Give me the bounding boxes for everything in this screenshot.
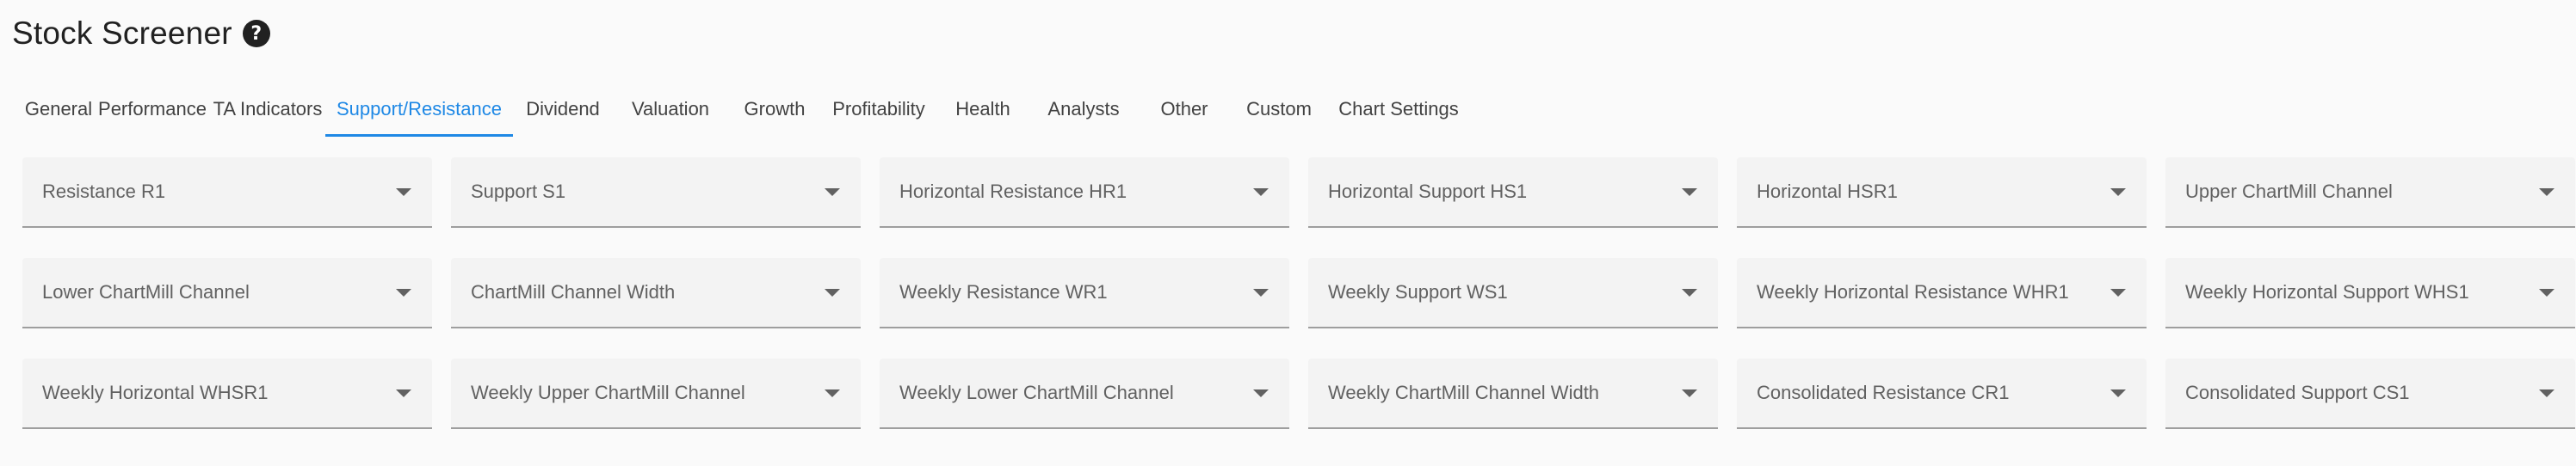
stock-screener-page: Stock Screener ? General Performance TA In… bbox=[0, 0, 2576, 466]
filter-select-label: Horizontal HSR1 bbox=[1757, 181, 1898, 202]
arrow-drop-down-icon[interactable] bbox=[1682, 389, 1697, 397]
filter-select-upper-chartmill-channel[interactable]: Upper ChartMill Channel bbox=[2165, 157, 2575, 228]
arrow-drop-down-icon[interactable] bbox=[2110, 289, 2126, 297]
help-icon[interactable]: ? bbox=[242, 20, 270, 47]
arrow-drop-down-icon[interactable] bbox=[1682, 188, 1697, 196]
tab-performance[interactable]: Performance bbox=[95, 82, 210, 137]
arrow-drop-down-icon[interactable] bbox=[1253, 289, 1269, 297]
filter-select-consolidated-support-cs1[interactable]: Consolidated Support CS1 bbox=[2165, 359, 2575, 429]
filter-select-horizontal-support-hs1[interactable]: Horizontal Support HS1 bbox=[1308, 157, 1718, 228]
arrow-drop-down-icon[interactable] bbox=[2110, 188, 2126, 196]
arrow-drop-down-icon[interactable] bbox=[825, 389, 840, 397]
arrow-drop-down-icon[interactable] bbox=[2539, 289, 2554, 297]
arrow-drop-down-icon[interactable] bbox=[396, 289, 411, 297]
page-title: Stock Screener bbox=[12, 15, 232, 51]
filter-select-consolidated-resistance-cr1[interactable]: Consolidated Resistance CR1 bbox=[1737, 359, 2147, 429]
filter-select-label: Horizontal Support HS1 bbox=[1328, 181, 1528, 202]
arrow-drop-down-icon[interactable] bbox=[1253, 188, 1269, 196]
filter-select-weekly-lower-chartmill-channel[interactable]: Weekly Lower ChartMill Channel bbox=[880, 359, 1289, 429]
filter-select-label: Resistance R1 bbox=[42, 181, 166, 202]
arrow-drop-down-icon[interactable] bbox=[2110, 389, 2126, 397]
title-row: Stock Screener ? bbox=[12, 12, 270, 55]
filter-select-weekly-chartmill-channel-width[interactable]: Weekly ChartMill Channel Width bbox=[1308, 359, 1718, 429]
tab-dividend[interactable]: Dividend bbox=[513, 82, 613, 137]
filter-select-label: Weekly Support WS1 bbox=[1328, 281, 1508, 303]
tab-chart-settings[interactable]: Chart Settings bbox=[1327, 82, 1470, 137]
tab-ta-indicators[interactable]: TA Indicators bbox=[210, 82, 325, 137]
filter-select-support-s1[interactable]: Support S1 bbox=[451, 157, 861, 228]
filter-select-label: Horizontal Resistance HR1 bbox=[899, 181, 1127, 202]
tab-other[interactable]: Other bbox=[1138, 82, 1231, 137]
arrow-drop-down-icon[interactable] bbox=[2539, 188, 2554, 196]
arrow-drop-down-icon[interactable] bbox=[1682, 289, 1697, 297]
tab-profitability[interactable]: Profitability bbox=[821, 82, 936, 137]
tab-analysts[interactable]: Analysts bbox=[1029, 82, 1138, 137]
filter-select-resistance-r1[interactable]: Resistance R1 bbox=[22, 157, 432, 228]
tab-growth[interactable]: Growth bbox=[728, 82, 821, 137]
filter-select-label: Lower ChartMill Channel bbox=[42, 281, 250, 303]
filter-select-weekly-horizontal-support-whs1[interactable]: Weekly Horizontal Support WHS1 bbox=[2165, 258, 2575, 328]
filter-select-weekly-upper-chartmill-channel[interactable]: Weekly Upper ChartMill Channel bbox=[451, 359, 861, 429]
arrow-drop-down-icon[interactable] bbox=[396, 389, 411, 397]
filter-select-label: Consolidated Resistance CR1 bbox=[1757, 382, 2010, 403]
filter-grid: Resistance R1 Support S1 Horizontal Resist… bbox=[22, 157, 2575, 429]
filter-select-weekly-support-ws1[interactable]: Weekly Support WS1 bbox=[1308, 258, 1718, 328]
filter-category-tabs: General Performance TA Indicators Support/R… bbox=[22, 82, 1470, 137]
filter-select-label: Consolidated Support CS1 bbox=[2185, 382, 2410, 403]
arrow-drop-down-icon[interactable] bbox=[825, 289, 840, 297]
filter-select-weekly-horizontal-whsr1[interactable]: Weekly Horizontal WHSR1 bbox=[22, 359, 432, 429]
tab-support-resistance[interactable]: Support/Resistance bbox=[325, 82, 513, 137]
arrow-drop-down-icon[interactable] bbox=[396, 188, 411, 196]
filter-select-horizontal-resistance-hr1[interactable]: Horizontal Resistance HR1 bbox=[880, 157, 1289, 228]
filter-select-chartmill-channel-width[interactable]: ChartMill Channel Width bbox=[451, 258, 861, 328]
filter-select-label: Upper ChartMill Channel bbox=[2185, 181, 2393, 202]
filter-select-lower-chartmill-channel[interactable]: Lower ChartMill Channel bbox=[22, 258, 432, 328]
filter-select-label: Weekly Resistance WR1 bbox=[899, 281, 1108, 303]
filter-select-label: Weekly Horizontal Resistance WHR1 bbox=[1757, 281, 2069, 303]
tab-general[interactable]: General bbox=[22, 82, 95, 137]
filter-select-label: ChartMill Channel Width bbox=[471, 281, 676, 303]
tab-valuation[interactable]: Valuation bbox=[613, 82, 728, 137]
filter-select-weekly-horizontal-resistance-whr1[interactable]: Weekly Horizontal Resistance WHR1 bbox=[1737, 258, 2147, 328]
filter-select-label: Weekly Upper ChartMill Channel bbox=[471, 382, 745, 403]
filter-select-horizontal-hsr1[interactable]: Horizontal HSR1 bbox=[1737, 157, 2147, 228]
tab-custom[interactable]: Custom bbox=[1231, 82, 1327, 137]
tab-health[interactable]: Health bbox=[936, 82, 1029, 137]
filter-select-weekly-resistance-wr1[interactable]: Weekly Resistance WR1 bbox=[880, 258, 1289, 328]
arrow-drop-down-icon[interactable] bbox=[1253, 389, 1269, 397]
filter-select-label: Weekly Horizontal WHSR1 bbox=[42, 382, 269, 403]
arrow-drop-down-icon[interactable] bbox=[825, 188, 840, 196]
arrow-drop-down-icon[interactable] bbox=[2539, 389, 2554, 397]
filter-select-label: Weekly Horizontal Support WHS1 bbox=[2185, 281, 2469, 303]
filter-select-label: Weekly ChartMill Channel Width bbox=[1328, 382, 1600, 403]
filter-select-label: Support S1 bbox=[471, 181, 566, 202]
filter-select-label: Weekly Lower ChartMill Channel bbox=[899, 382, 1174, 403]
